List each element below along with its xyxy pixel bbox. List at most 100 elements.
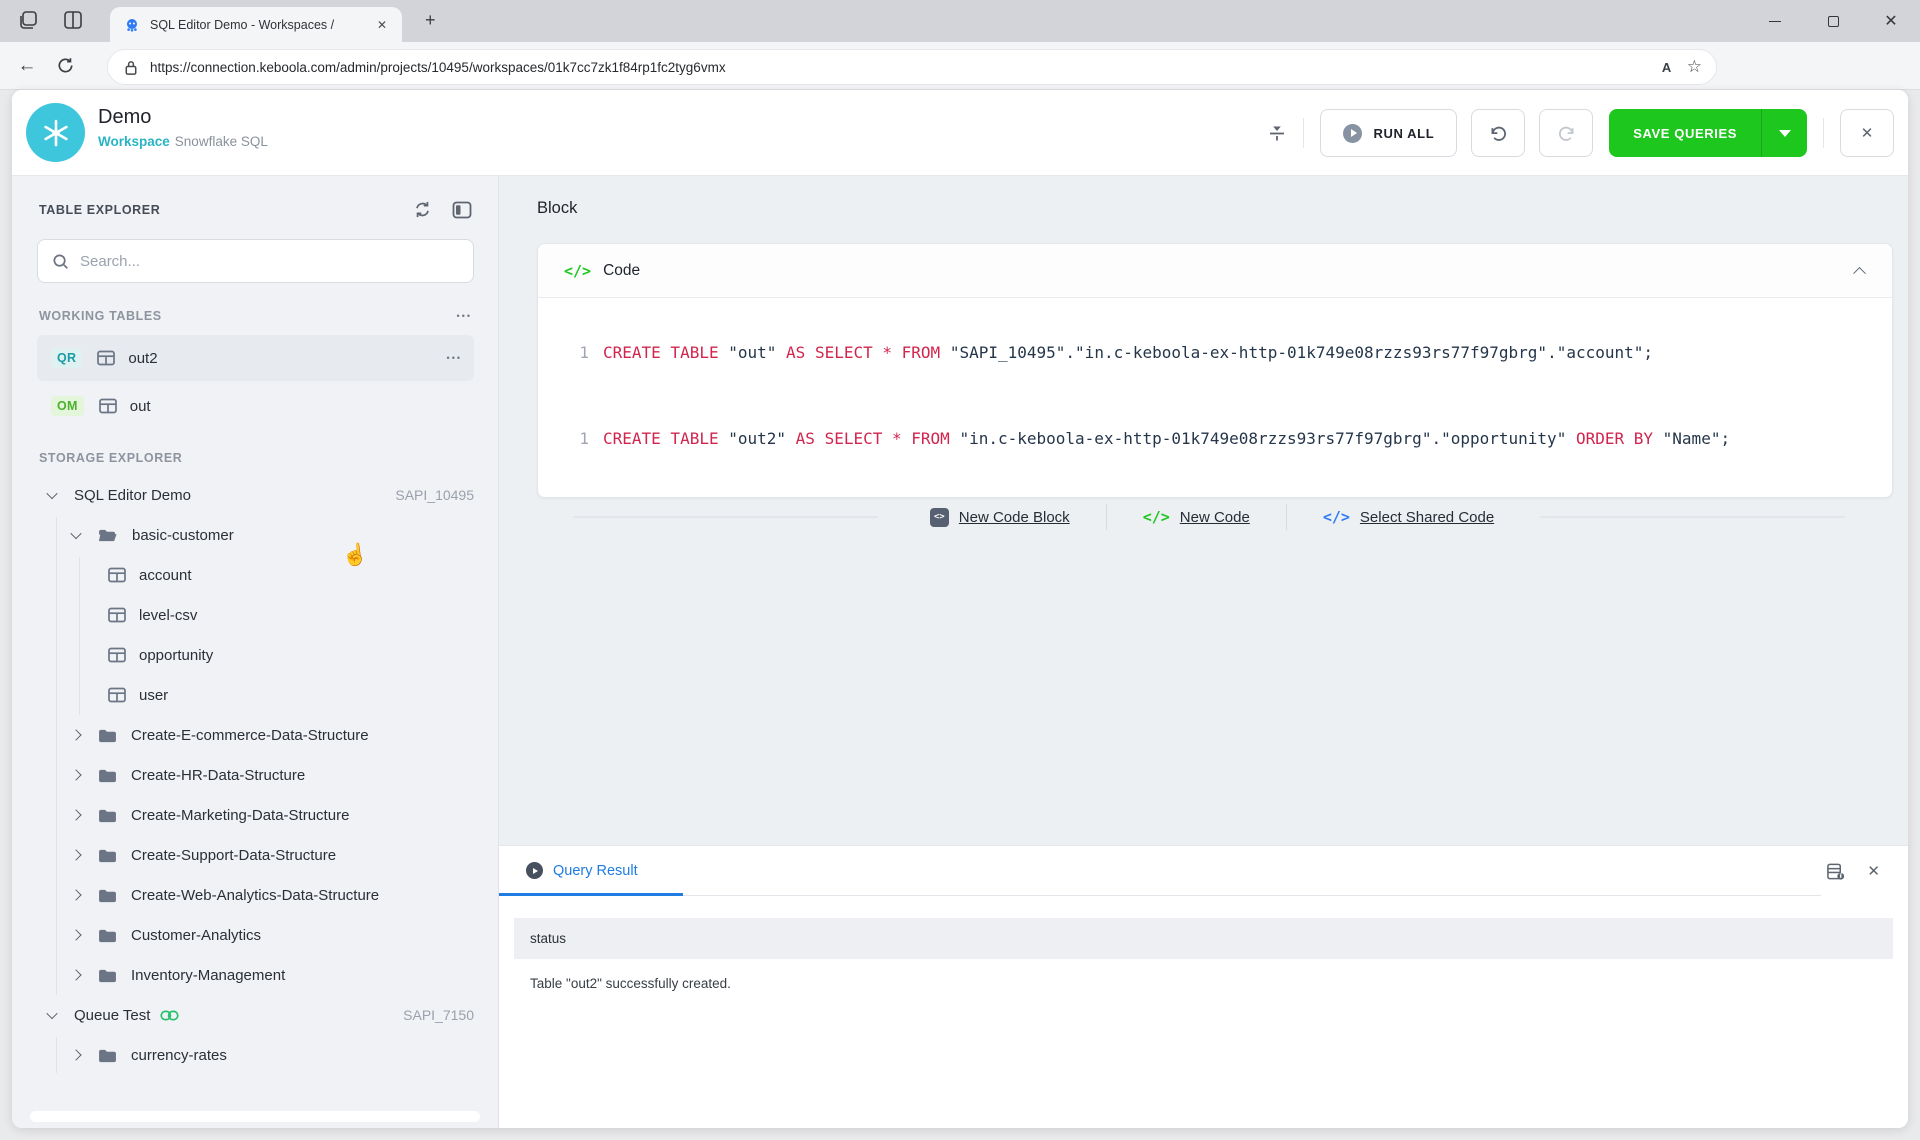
save-queries-dropdown[interactable] — [1761, 109, 1807, 157]
query-result-tab[interactable]: Query Result — [499, 846, 683, 896]
snowflake-icon — [26, 103, 85, 162]
action-label: New Code — [1179, 508, 1250, 526]
tree-guide-line — [79, 557, 80, 715]
chevron-right-icon[interactable] — [70, 929, 82, 941]
project-id-badge: SAPI_10495 — [395, 487, 474, 503]
sql-editor[interactable]: 1 CREATE TABLE "out" AS SELECT * FROM "SA… — [538, 340, 1892, 366]
folder-icon — [98, 928, 117, 943]
chevron-right-icon[interactable] — [70, 889, 82, 901]
tree-item-create-marketing-data-structure[interactable]: Create-Marketing-Data-Structure — [12, 795, 498, 835]
tree-item-queue test[interactable]: Queue Test SAPI_7150 — [12, 995, 498, 1035]
run-all-button[interactable]: RUN ALL — [1320, 109, 1458, 157]
folder-icon — [98, 728, 117, 743]
chevron-right-icon[interactable] — [70, 809, 82, 821]
new-tab-button[interactable]: + — [425, 10, 436, 31]
save-queries-button[interactable]: SAVE QUERIES — [1609, 109, 1761, 157]
tab-close-icon[interactable]: ✕ — [372, 15, 392, 35]
toggle-panel-icon[interactable] — [452, 201, 472, 219]
collapse-chevron-up-icon[interactable] — [1853, 266, 1866, 280]
action-label: New Code Block — [958, 508, 1070, 526]
chevron-right-icon[interactable] — [70, 729, 82, 741]
back-button[interactable]: ← — [8, 55, 46, 77]
search-box[interactable] — [37, 239, 474, 283]
tree-item-label: Create-Web-Analytics-Data-Structure — [131, 886, 380, 904]
action-select-shared-code[interactable]: </> Select Shared Code — [1323, 508, 1494, 526]
undo-button[interactable] — [1471, 109, 1526, 157]
tree-item-label: basic-customer — [132, 526, 234, 544]
code-block-header[interactable]: </> Code — [538, 244, 1892, 298]
sidebar-horizontal-scrollbar[interactable] — [30, 1111, 480, 1122]
tree-item-create-web-analytics-data-structure[interactable]: Create-Web-Analytics-Data-Structure — [12, 875, 498, 915]
workspace-title: Demo — [98, 106, 152, 128]
reload-button[interactable] — [46, 56, 84, 75]
tree-item-user[interactable]: user — [12, 675, 498, 715]
row-menu-icon[interactable]: ••• — [447, 353, 462, 363]
chevron-right-icon[interactable] — [70, 769, 82, 781]
working-table-row[interactable]: OM out — [37, 383, 474, 429]
query-result-tab-label: Query Result — [553, 862, 638, 879]
action-divider — [1105, 504, 1107, 530]
chevron-down-icon[interactable] — [46, 1007, 58, 1020]
tree-item-currency-rates[interactable]: currency-rates — [12, 1035, 498, 1075]
tree-item-inventory-management[interactable]: Inventory-Management — [12, 955, 498, 995]
block-title: Block — [537, 199, 578, 217]
chevron-right-icon[interactable] — [70, 849, 82, 861]
working-table-row[interactable]: QR out2 ••• — [37, 335, 474, 381]
browser-tab[interactable]: SQL Editor Demo - Workspaces / ✕ — [110, 7, 402, 42]
tree-item-basic-customer[interactable]: basic-customer — [12, 515, 498, 555]
read-aloud-icon[interactable]: A — [1662, 60, 1671, 75]
action-divider — [1285, 504, 1287, 530]
code-block-card: </> Code 1 CREATE TABLE "out" AS SELECT *… — [537, 243, 1893, 498]
close-editor-button[interactable]: ✕ — [1840, 109, 1894, 157]
workspace-breadcrumb-link[interactable]: Workspace — [98, 134, 170, 149]
tree-item-create-support-data-structure[interactable]: Create-Support-Data-Structure — [12, 835, 498, 875]
window-restore-button[interactable] — [1804, 0, 1862, 42]
caret-down-icon — [1778, 129, 1791, 137]
action-new-code-block[interactable]: <> New Code Block — [929, 507, 1070, 527]
url-text[interactable]: https://connection.keboola.com/admin/pro… — [150, 60, 1646, 75]
query-result-panel: Query Result ✕ status Table "out2" succe… — [499, 845, 1908, 1128]
working-tables-menu-icon[interactable]: ••• — [457, 311, 472, 321]
chevron-right-icon[interactable] — [70, 969, 82, 981]
sql-statement[interactable]: CREATE TABLE "out" AS SELECT * FROM "SAP… — [603, 340, 1653, 366]
tree-item-label: Create-Marketing-Data-Structure — [131, 806, 350, 824]
collapse-blocks-icon[interactable] — [1267, 123, 1287, 143]
tree-item-create-e-commerce-data-structure[interactable]: Create-E-commerce-Data-Structure — [12, 715, 498, 755]
sql-statement[interactable]: CREATE TABLE "out2" AS SELECT * FROM "in… — [603, 426, 1730, 452]
action-new-code[interactable]: </> New Code — [1143, 508, 1250, 526]
redo-button[interactable] — [1539, 109, 1594, 157]
refresh-icon[interactable] — [413, 200, 432, 219]
tree-item-sql editor demo[interactable]: SQL Editor Demo SAPI_10495 — [12, 475, 498, 515]
screen: SQL Editor Demo - Workspaces / ✕ + ✕ ← h… — [0, 0, 1920, 1140]
sql-editors[interactable]: 1 CREATE TABLE "out" AS SELECT * FROM "SA… — [538, 298, 1892, 452]
tree-item-level-csv[interactable]: level-csv — [12, 595, 498, 635]
header-divider — [1303, 118, 1305, 148]
play-icon — [1343, 123, 1363, 143]
chevron-right-icon[interactable] — [70, 1049, 82, 1061]
sql-editor[interactable]: 1 CREATE TABLE "out2" AS SELECT * FROM "i… — [538, 426, 1892, 452]
working-tables-list: QR out2 ••• OM out — [12, 335, 498, 429]
tree-item-create-hr-data-structure[interactable]: Create-HR-Data-Structure — [12, 755, 498, 795]
tree-item-customer-analytics[interactable]: Customer-Analytics — [12, 915, 498, 955]
tree-item-account[interactable]: account — [12, 555, 498, 595]
tree-item-label: level-csv — [139, 606, 198, 624]
result-info-icon[interactable] — [1826, 862, 1845, 881]
address-bar[interactable]: https://connection.keboola.com/admin/pro… — [108, 50, 1716, 84]
chevron-down-icon[interactable] — [46, 487, 58, 500]
storage-tree: SQL Editor Demo SAPI_10495 basic-customer a… — [12, 475, 498, 1075]
tree-guide-line — [56, 1037, 57, 1073]
browser-toolbar: ← https://connection.keboola.com/admin/p… — [0, 42, 1920, 121]
header-divider-2 — [1823, 118, 1824, 148]
project-id-badge: SAPI_7150 — [403, 1007, 474, 1023]
window-minimize-button[interactable] — [1746, 0, 1804, 42]
close-results-icon[interactable]: ✕ — [1867, 862, 1880, 880]
chevron-down-icon[interactable] — [70, 527, 82, 540]
tree-item-opportunity[interactable]: opportunity — [12, 635, 498, 675]
split-screen-icon[interactable] — [62, 9, 86, 33]
tab-search-stack-icon[interactable] — [18, 9, 42, 33]
query-play-icon — [526, 862, 543, 879]
search-input[interactable] — [80, 252, 459, 270]
window-close-button[interactable]: ✕ — [1862, 0, 1920, 42]
mouse-hand-cursor: ☝ — [340, 542, 370, 569]
favorites-star-icon[interactable]: ☆ — [1687, 57, 1702, 77]
